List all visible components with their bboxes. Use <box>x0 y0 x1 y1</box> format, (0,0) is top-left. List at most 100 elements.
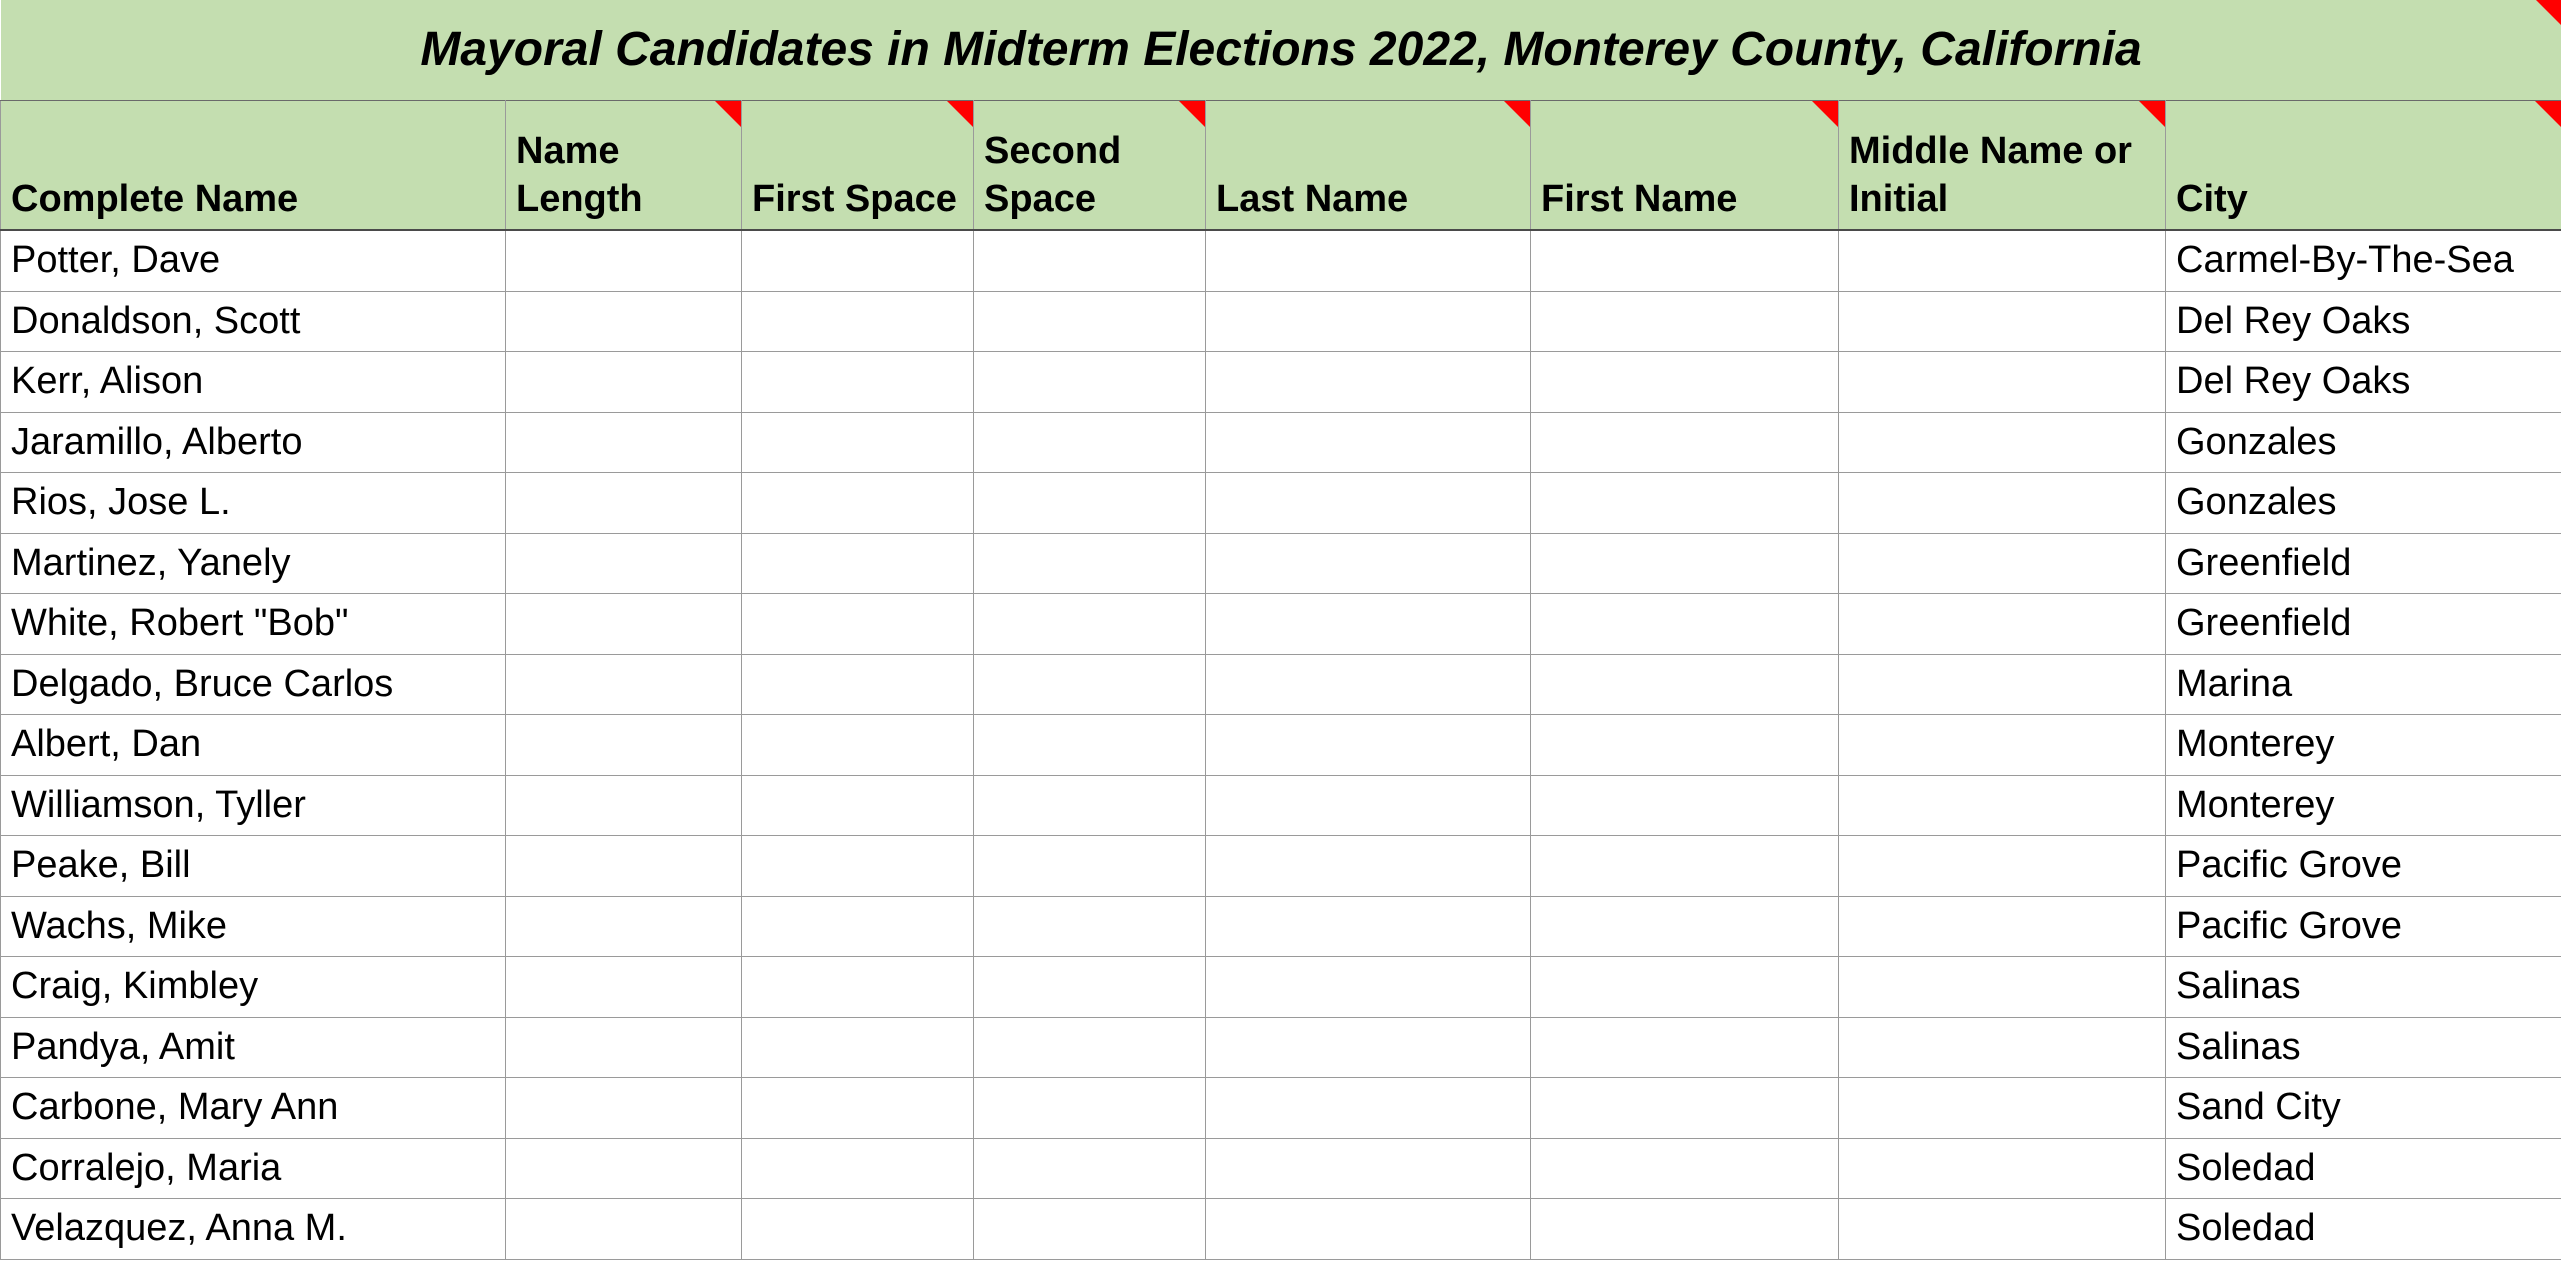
cell-first-name[interactable] <box>1531 352 1839 413</box>
cell-name-length[interactable] <box>506 352 742 413</box>
cell-city[interactable]: Carmel-By-The-Sea <box>2166 230 2561 291</box>
cell-second-space[interactable] <box>974 1138 1206 1199</box>
cell-middle-name[interactable] <box>1839 412 2166 473</box>
cell-first-name[interactable] <box>1531 594 1839 655</box>
cell-first-space[interactable] <box>742 594 974 655</box>
cell-first-space[interactable] <box>742 1017 974 1078</box>
cell-complete-name[interactable]: Rios, Jose L. <box>1 473 506 534</box>
col-name-length[interactable]: Name Length <box>506 100 742 230</box>
cell-middle-name[interactable] <box>1839 1017 2166 1078</box>
cell-city[interactable]: Monterey <box>2166 775 2561 836</box>
cell-second-space[interactable] <box>974 533 1206 594</box>
cell-middle-name[interactable] <box>1839 715 2166 776</box>
cell-last-name[interactable] <box>1206 957 1531 1018</box>
cell-complete-name[interactable]: Peake, Bill <box>1 836 506 897</box>
cell-name-length[interactable] <box>506 230 742 291</box>
cell-city[interactable]: Del Rey Oaks <box>2166 352 2561 413</box>
cell-last-name[interactable] <box>1206 775 1531 836</box>
cell-first-space[interactable] <box>742 836 974 897</box>
cell-last-name[interactable] <box>1206 412 1531 473</box>
cell-complete-name[interactable]: Pandya, Amit <box>1 1017 506 1078</box>
cell-name-length[interactable] <box>506 1078 742 1139</box>
cell-middle-name[interactable] <box>1839 775 2166 836</box>
cell-first-space[interactable] <box>742 1138 974 1199</box>
cell-name-length[interactable] <box>506 896 742 957</box>
cell-second-space[interactable] <box>974 836 1206 897</box>
cell-last-name[interactable] <box>1206 1138 1531 1199</box>
cell-second-space[interactable] <box>974 1017 1206 1078</box>
cell-first-space[interactable] <box>742 1078 974 1139</box>
col-first-name[interactable]: First Name <box>1531 100 1839 230</box>
cell-city[interactable]: Salinas <box>2166 957 2561 1018</box>
cell-middle-name[interactable] <box>1839 836 2166 897</box>
cell-last-name[interactable] <box>1206 896 1531 957</box>
cell-second-space[interactable] <box>974 775 1206 836</box>
spreadsheet-table[interactable]: Mayoral Candidates in Midterm Elections … <box>0 0 2561 1279</box>
cell-first-space[interactable] <box>742 957 974 1018</box>
cell-complete-name[interactable]: Delgado, Bruce Carlos <box>1 654 506 715</box>
cell-first-space[interactable] <box>742 352 974 413</box>
cell-second-space[interactable] <box>974 715 1206 776</box>
cell-name-length[interactable] <box>506 1138 742 1199</box>
cell-name-length[interactable] <box>506 291 742 352</box>
cell-complete-name[interactable]: Velazquez, Anna M. <box>1 1199 506 1260</box>
cell-second-space[interactable] <box>974 654 1206 715</box>
cell-complete-name[interactable]: Kerr, Alison <box>1 352 506 413</box>
cell-second-space[interactable] <box>974 1199 1206 1260</box>
cell-last-name[interactable] <box>1206 230 1531 291</box>
cell-last-name[interactable] <box>1206 1078 1531 1139</box>
cell-last-name[interactable] <box>1206 654 1531 715</box>
cell-first-name[interactable] <box>1531 1078 1839 1139</box>
cell-second-space[interactable] <box>974 957 1206 1018</box>
cell-first-name[interactable] <box>1531 291 1839 352</box>
cell-city[interactable]: Pacific Grove <box>2166 896 2561 957</box>
cell-name-length[interactable] <box>506 1017 742 1078</box>
cell-middle-name[interactable] <box>1839 957 2166 1018</box>
cell-first-name[interactable] <box>1531 957 1839 1018</box>
cell-first-space[interactable] <box>742 654 974 715</box>
cell-last-name[interactable] <box>1206 473 1531 534</box>
cell-complete-name[interactable]: Martinez, Yanely <box>1 533 506 594</box>
cell-complete-name[interactable]: Jaramillo, Alberto <box>1 412 506 473</box>
cell-second-space[interactable] <box>974 291 1206 352</box>
cell-second-space[interactable] <box>974 473 1206 534</box>
cell-complete-name[interactable]: Carbone, Mary Ann <box>1 1078 506 1139</box>
cell-first-name[interactable] <box>1531 230 1839 291</box>
cell-second-space[interactable] <box>974 230 1206 291</box>
cell-complete-name[interactable]: Williamson, Tyller <box>1 775 506 836</box>
cell-middle-name[interactable] <box>1839 1199 2166 1260</box>
cell-middle-name[interactable] <box>1839 533 2166 594</box>
cell-city[interactable]: Del Rey Oaks <box>2166 291 2561 352</box>
cell-city[interactable]: Monterey <box>2166 715 2561 776</box>
cell-second-space[interactable] <box>974 594 1206 655</box>
cell-first-space[interactable] <box>742 715 974 776</box>
cell-last-name[interactable] <box>1206 594 1531 655</box>
cell-middle-name[interactable] <box>1839 1138 2166 1199</box>
cell-city[interactable]: Gonzales <box>2166 473 2561 534</box>
cell-city[interactable]: Salinas <box>2166 1017 2561 1078</box>
cell-middle-name[interactable] <box>1839 230 2166 291</box>
cell-middle-name[interactable] <box>1839 1078 2166 1139</box>
cell-first-name[interactable] <box>1531 1017 1839 1078</box>
cell-last-name[interactable] <box>1206 533 1531 594</box>
cell-first-space[interactable] <box>742 230 974 291</box>
cell-city[interactable]: Gonzales <box>2166 412 2561 473</box>
cell-first-name[interactable] <box>1531 654 1839 715</box>
cell-name-length[interactable] <box>506 775 742 836</box>
cell-complete-name[interactable]: White, Robert "Bob" <box>1 594 506 655</box>
cell-name-length[interactable] <box>506 957 742 1018</box>
cell-first-name[interactable] <box>1531 715 1839 776</box>
col-first-space[interactable]: First Space <box>742 100 974 230</box>
cell-first-space[interactable] <box>742 291 974 352</box>
cell-first-name[interactable] <box>1531 533 1839 594</box>
cell-name-length[interactable] <box>506 594 742 655</box>
cell-city[interactable]: Marina <box>2166 654 2561 715</box>
cell-second-space[interactable] <box>974 352 1206 413</box>
cell-complete-name[interactable]: Potter, Dave <box>1 230 506 291</box>
cell-second-space[interactable] <box>974 412 1206 473</box>
cell-middle-name[interactable] <box>1839 473 2166 534</box>
cell-complete-name[interactable]: Donaldson, Scott <box>1 291 506 352</box>
cell-first-space[interactable] <box>742 412 974 473</box>
cell-name-length[interactable] <box>506 533 742 594</box>
cell-name-length[interactable] <box>506 715 742 776</box>
